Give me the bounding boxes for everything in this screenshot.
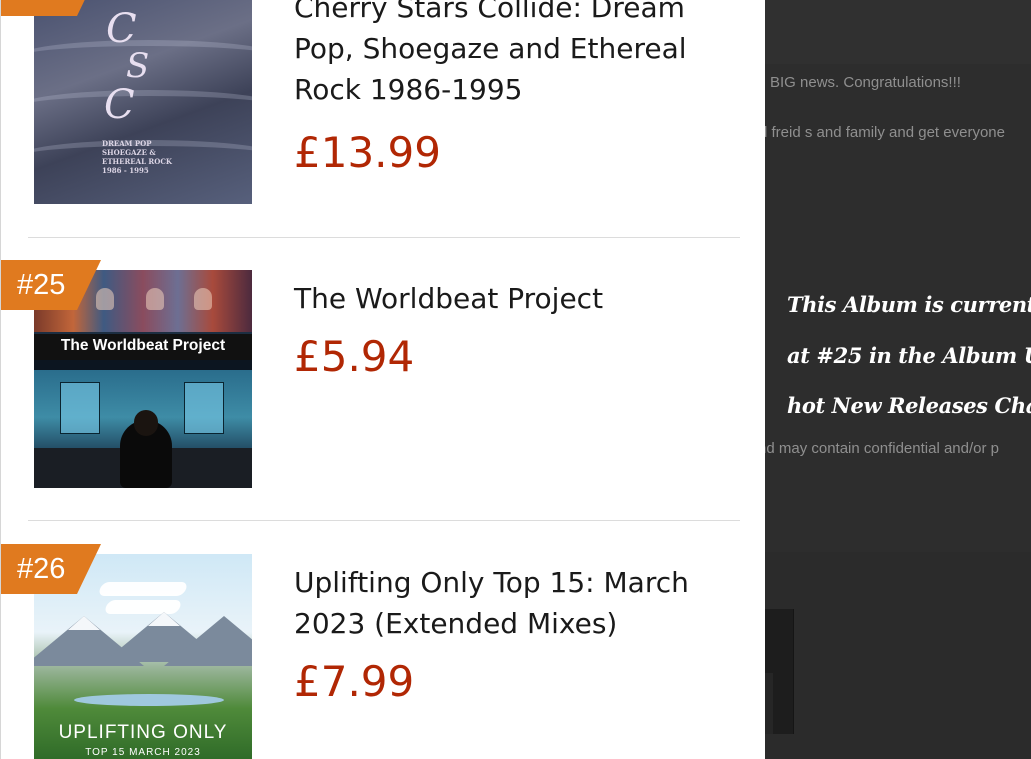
cover-subtitle-band [34,360,252,370]
cover-snow [148,612,180,626]
caption-line: hot New Releases Chart [787,393,1031,418]
cover-monogram: S [126,46,150,86]
cover-text: ETHEREAL ROCK [102,157,173,166]
divider [28,520,740,521]
album-price: £13.99 [294,128,441,177]
cover-monogram: C [104,82,135,128]
album-title[interactable]: The Worldbeat Project [294,278,734,319]
background-text-line: nd may contain confidential and/or p [765,440,999,457]
divider [28,237,740,238]
album-title[interactable]: Uplifting Only Top 15: March 2023 (Exten… [294,562,734,644]
cover-text: TOP 15 MARCH 2023 [85,747,201,758]
cover-face [194,288,212,310]
cover-logo-stroke [97,582,189,596]
chart-position-caption: This Album is currently at #25 in the Al… [787,280,1031,432]
list-item[interactable]: UPLIFTING ONLY TOP 15 MARCH 2023 #26 Upl… [1,544,765,759]
list-item[interactable]: The Worldbeat Project #25 The Worldbeat … [1,260,765,500]
album-cover[interactable]: C S C DREAM POP SHOEGAZE & ETHEREAL ROCK… [34,0,252,204]
caption-line: This Album is currently [787,292,1031,317]
cover-lake [74,694,224,706]
cover-wave [34,90,252,126]
cover-face [146,288,164,310]
cover-screen [184,382,224,434]
cover-text: The Worldbeat Project [60,337,226,354]
cover-snow [68,616,100,630]
background-text-line: BIG news. Congratulations!!! [770,74,961,91]
cover-person-head [134,410,158,436]
album-price: £7.99 [294,657,415,706]
cover-text: SHOEGAZE & [102,148,156,157]
cover-text: 1986 - 1995 [102,166,149,175]
chart-list-panel: C S C DREAM POP SHOEGAZE & ETHEREAL ROCK… [0,0,765,759]
cover-face [96,288,114,310]
list-item[interactable]: C S C DREAM POP SHOEGAZE & ETHEREAL ROCK… [1,0,765,220]
album-price: £5.94 [294,332,415,381]
cover-text: DREAM POP [102,139,152,148]
background-text-line: d freid s and family and get everyone [765,124,1005,141]
caption-line: at #25 in the Album UK [787,342,1031,368]
cover-screen [60,382,100,434]
album-title[interactable]: Cherry Stars Collide: Dream Pop, Shoegaz… [294,0,734,110]
background-header [765,0,1031,64]
cover-text: UPLIFTING ONLY [58,722,228,743]
background-dark-box-inner [765,673,773,734]
